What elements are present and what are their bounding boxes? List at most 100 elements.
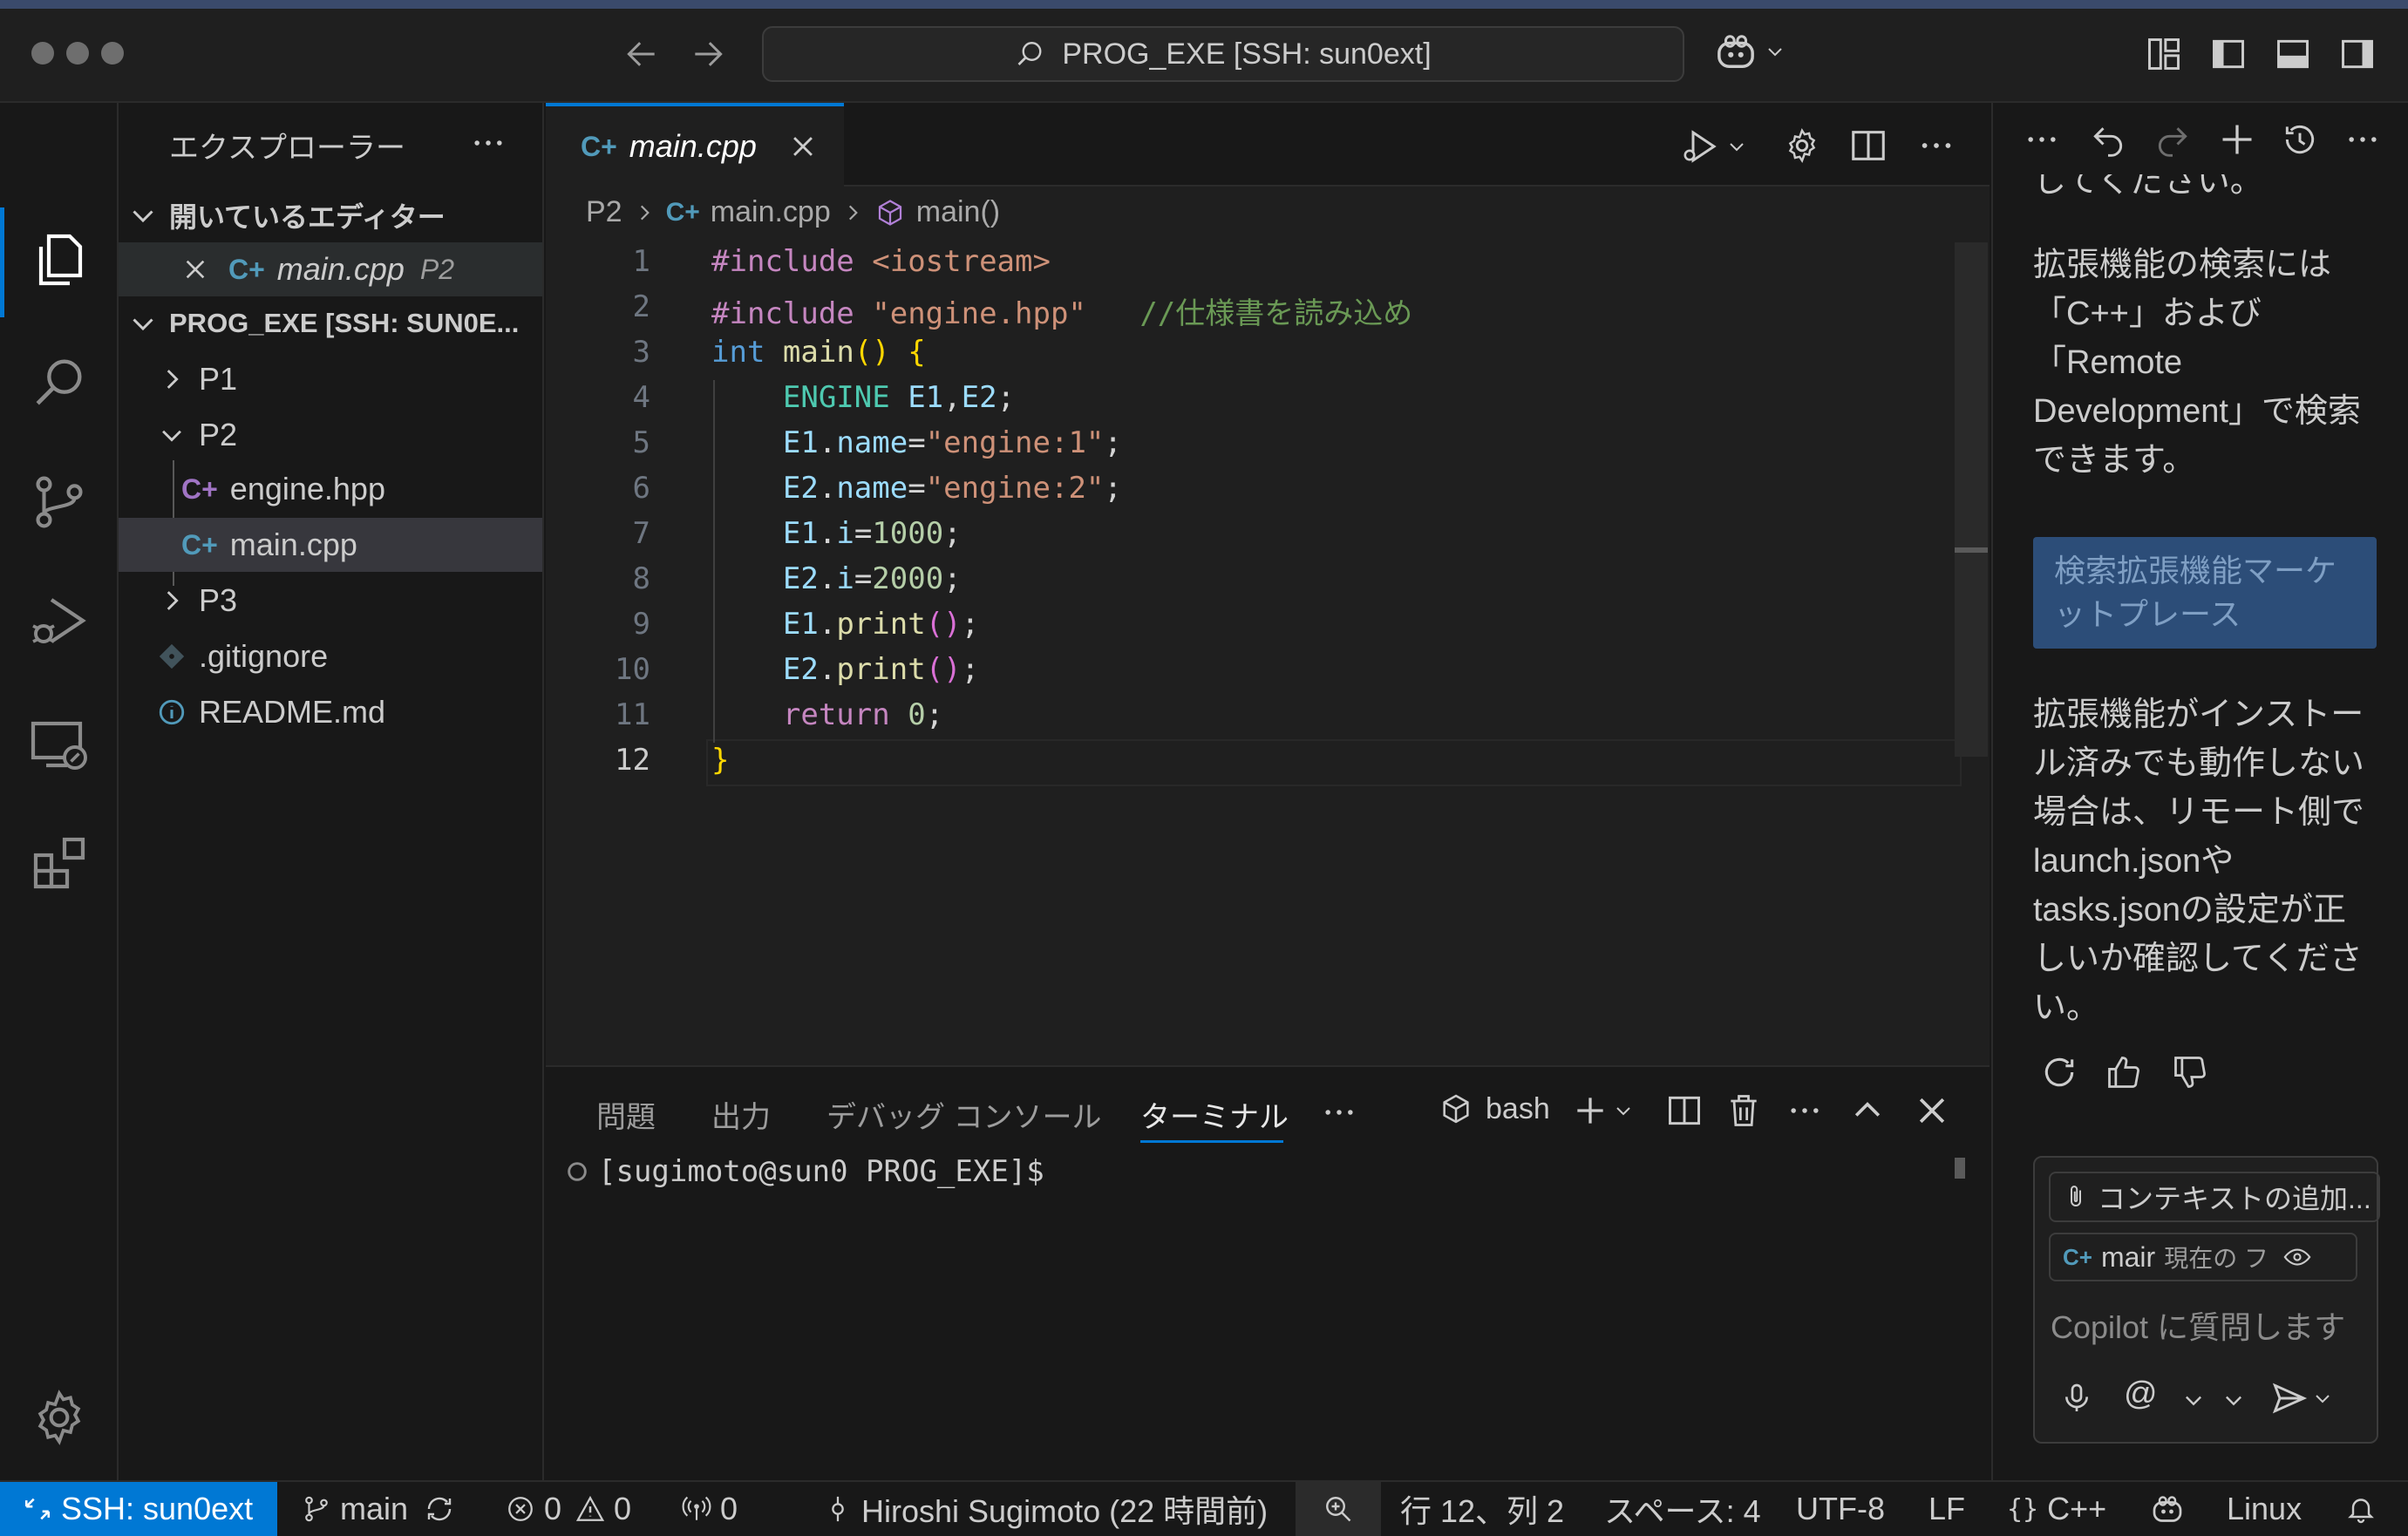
toggle-secondary-sidebar-icon[interactable] (2338, 35, 2377, 73)
git-icon (157, 642, 187, 671)
chat-input-box[interactable]: コンテキストの追加... C+ mair 現在の フ Copilot に質問しま… (2033, 1156, 2380, 1444)
more-actions-icon[interactable] (1786, 1091, 1824, 1130)
terminal-shell-selector[interactable]: bash (1439, 1091, 1550, 1126)
tree-item-file[interactable]: C+ engine.hpp (119, 462, 542, 516)
chevron-down-icon (1765, 41, 1786, 62)
customize-layout-icon[interactable] (2145, 35, 2183, 73)
eye-icon[interactable] (2282, 1242, 2312, 1272)
zoom-indicator[interactable] (1296, 1482, 1381, 1536)
command-center[interactable]: PROG_EXE [SSH: sun0ext] (762, 26, 1684, 82)
send-button[interactable] (2270, 1379, 2333, 1417)
redo-icon[interactable] (2153, 120, 2192, 159)
more-actions-icon[interactable] (1916, 126, 1956, 166)
ports-indicator[interactable]: 0 (682, 1482, 738, 1536)
remote-explorer-icon[interactable] (19, 704, 99, 785)
editor-scrollbar[interactable] (1955, 242, 1988, 757)
breadcrumb-symbol[interactable]: main() (916, 195, 1000, 229)
copilot-menu[interactable] (1714, 31, 1786, 71)
breadcrumb: P2 C+ main.cpp main() (586, 195, 1000, 229)
add-context-button[interactable]: コンテキストの追加... (2049, 1172, 2380, 1222)
more-actions-icon[interactable] (2343, 120, 2382, 159)
tree-item-file[interactable]: .gitignore (119, 629, 542, 683)
code-editor[interactable]: P2 C+ main.cpp main() 1 2 3 4 5 6 7 8 9 … (546, 187, 1990, 1065)
branch-indicator[interactable]: main (302, 1482, 455, 1536)
line-number: 10 (615, 652, 650, 687)
more-actions-icon[interactable] (469, 124, 507, 162)
tab-debug-console[interactable]: デバッグ コンソール (826, 1093, 1101, 1136)
close-icon[interactable] (181, 255, 209, 283)
close-panel-icon[interactable] (1913, 1091, 1951, 1130)
problems-indicator[interactable]: 0 0 (506, 1482, 631, 1536)
breadcrumb-folder[interactable]: P2 (586, 195, 622, 229)
chevron-down-icon[interactable] (2221, 1388, 2246, 1412)
split-terminal-icon[interactable] (1665, 1091, 1704, 1130)
cursor-position[interactable]: 行 12、列 2 (1400, 1482, 1564, 1536)
maximize-window-button[interactable] (101, 42, 124, 65)
split-editor-icon[interactable] (1848, 126, 1888, 166)
explorer-icon[interactable] (19, 220, 99, 300)
extensions-icon[interactable] (19, 823, 99, 903)
breadcrumb-file[interactable]: main.cpp (711, 195, 831, 229)
tab-label: main.cpp (629, 128, 757, 164)
git-blame-indicator[interactable]: Hiroshi Sugimoto (22 時間前) (823, 1482, 1268, 1536)
tree-item-file[interactable]: README.md (119, 685, 542, 739)
platform[interactable]: Linux (2227, 1482, 2302, 1536)
open-editor-item[interactable]: C+ main.cpp P2 (119, 242, 542, 296)
more-actions-icon[interactable] (2023, 120, 2061, 159)
source-control-icon[interactable] (19, 462, 99, 542)
run-and-debug-icon[interactable] (19, 581, 99, 661)
thumbs-up-icon[interactable] (2105, 1053, 2143, 1091)
settings-gear-icon[interactable] (19, 1377, 99, 1458)
more-actions-icon[interactable] (1320, 1093, 1358, 1132)
chat-input-placeholder[interactable]: Copilot に質問します (2051, 1302, 2345, 1348)
maximize-panel-icon[interactable] (1848, 1091, 1887, 1130)
back-arrow-icon[interactable] (622, 35, 661, 73)
workspace-title: PROG_EXE [SSH: SUN0E... (169, 308, 520, 338)
remote-indicator[interactable]: SSH: sun0ext (0, 1482, 277, 1536)
broadcast-icon (682, 1494, 711, 1524)
microphone-icon[interactable] (2059, 1381, 2094, 1416)
tab-terminal[interactable]: ターミナル (1140, 1093, 1289, 1136)
encoding[interactable]: UTF-8 (1796, 1482, 1885, 1536)
sync-icon[interactable] (424, 1493, 455, 1525)
copilot-status[interactable] (2150, 1482, 2185, 1536)
run-debug-dropdown[interactable] (1679, 126, 1747, 167)
notifications-bell-icon[interactable] (2345, 1482, 2377, 1536)
current-file-chip[interactable]: C+ mair 現在の フ (2049, 1233, 2357, 1281)
forward-arrow-icon[interactable] (689, 35, 727, 73)
tree-item-label: P3 (199, 582, 238, 618)
minimize-window-button[interactable] (66, 42, 89, 65)
open-editors-header[interactable]: 開いているエディター (119, 188, 542, 242)
workspace-header[interactable]: PROG_EXE [SSH: SUN0E... (119, 296, 542, 350)
new-terminal-button[interactable] (1571, 1091, 1634, 1130)
chevron-right-icon (633, 201, 656, 224)
toggle-panel-icon[interactable] (2274, 35, 2312, 73)
new-chat-plus-icon[interactable] (2218, 120, 2256, 159)
end-of-line[interactable]: LF (1928, 1482, 1965, 1536)
indentation[interactable]: スペース: 4 (1604, 1482, 1761, 1536)
close-window-button[interactable] (31, 42, 54, 65)
chevron-down-icon[interactable] (2181, 1388, 2206, 1412)
search-marketplace-button[interactable]: 検索拡張機能マーケ ットプレース (2033, 537, 2377, 649)
search-icon[interactable] (19, 342, 99, 422)
gear-icon[interactable] (1782, 126, 1822, 166)
tree-item-folder[interactable]: P2 (119, 408, 542, 462)
tree-item-file-selected[interactable]: C+ main.cpp (119, 518, 542, 572)
thumbs-down-icon[interactable] (2171, 1053, 2209, 1091)
mention-at-icon[interactable]: @ (2124, 1376, 2158, 1413)
tab-problems[interactable]: 問題 (596, 1093, 656, 1136)
retry-icon[interactable] (2040, 1053, 2078, 1091)
tree-item-folder[interactable]: P3 (119, 574, 542, 628)
tab-output[interactable]: 出力 (711, 1093, 771, 1136)
tree-item-folder[interactable]: P1 (119, 352, 542, 406)
toggle-primary-sidebar-icon[interactable] (2209, 35, 2248, 73)
terminal-prompt[interactable]: [sugimoto@sun0 PROG_EXE]$ (598, 1154, 1044, 1189)
chat-line: 「Remote (2033, 344, 2183, 381)
undo-icon[interactable] (2089, 120, 2127, 159)
trash-icon[interactable] (1724, 1091, 1763, 1130)
close-icon[interactable] (788, 132, 818, 161)
history-icon[interactable] (2281, 120, 2319, 159)
tab-main-cpp[interactable]: C+ main.cpp (546, 103, 844, 187)
terminal-scrollbar[interactable] (1955, 1158, 1965, 1179)
language-mode[interactable]: {} C++ (2007, 1482, 2106, 1536)
